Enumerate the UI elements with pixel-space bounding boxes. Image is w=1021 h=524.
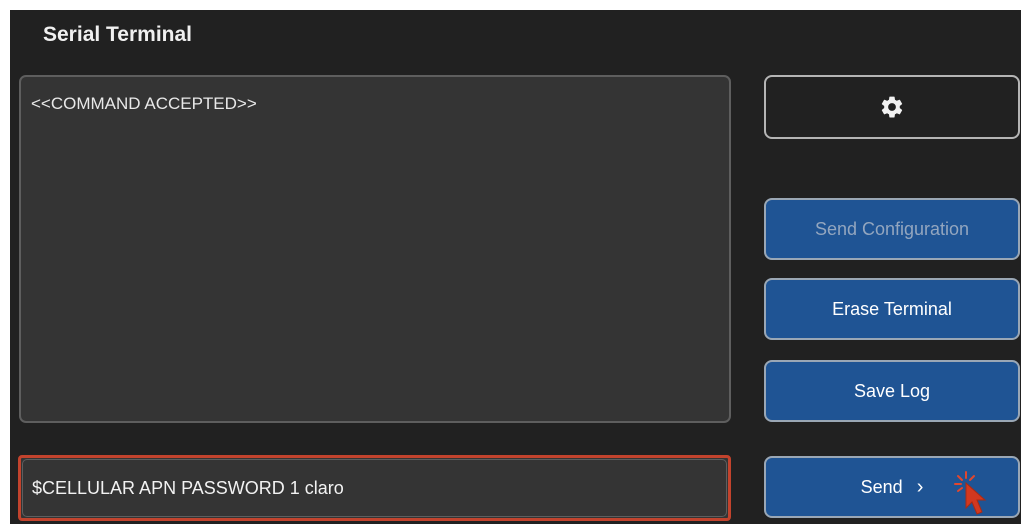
- settings-button[interactable]: [764, 75, 1020, 139]
- chevron-right-icon: ›: [916, 475, 924, 498]
- terminal-output[interactable]: <<COMMAND ACCEPTED>>: [19, 75, 731, 423]
- click-cursor-icon: [954, 471, 987, 515]
- command-input[interactable]: [22, 459, 727, 517]
- command-input-highlight: [18, 455, 731, 521]
- send-configuration-button[interactable]: Send Configuration: [764, 198, 1020, 260]
- gear-icon: [881, 96, 903, 118]
- window-title: Serial Terminal: [43, 23, 193, 46]
- serial-terminal-window: Serial Terminal <<COMMAND ACCEPTED>> Sen…: [10, 10, 1021, 524]
- terminal-line: <<COMMAND ACCEPTED>>: [31, 94, 257, 113]
- send-button-label: Send: [860, 476, 903, 497]
- save-log-button[interactable]: Save Log: [764, 360, 1020, 422]
- erase-terminal-button[interactable]: Erase Terminal: [764, 278, 1020, 340]
